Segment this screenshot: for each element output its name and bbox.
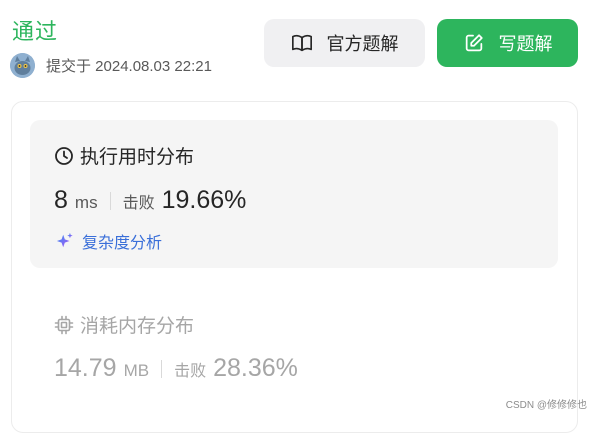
divider [161, 359, 163, 378]
edit-icon [463, 32, 485, 54]
submit-time: 提交于 2024.08.03 22:21 [46, 57, 212, 75]
official-solution-label: 官方题解 [326, 34, 399, 54]
watermark: CSDN @修修修也 [505, 400, 587, 411]
memory-beat-percent: 28.36% [213, 354, 298, 382]
complexity-analysis-link[interactable]: 复杂度分析 [56, 229, 162, 253]
chip-icon [54, 315, 74, 335]
complexity-label: 复杂度分析 [82, 235, 163, 252]
memory-metric: 14.79 MB 击败 28.36% [54, 354, 298, 383]
runtime-beat-percent: 19.66% [161, 186, 247, 214]
memory-value: 14.79 [54, 354, 117, 382]
memory-beat-label: 击败 [174, 363, 207, 380]
avatar[interactable] [10, 52, 35, 78]
runtime-title[interactable]: 执行用时分布 [54, 142, 194, 169]
divider [109, 191, 111, 210]
write-solution-button[interactable]: 写题解 [437, 19, 578, 67]
clock-icon [54, 146, 74, 166]
sparkle-icon [56, 232, 74, 250]
runtime-beat-label: 击败 [122, 195, 155, 212]
submission-status: 通过 [12, 19, 59, 44]
write-solution-label: 写题解 [498, 34, 553, 54]
memory-title-label: 消耗内存分布 [80, 316, 195, 337]
runtime-value: 8 [54, 186, 68, 214]
memory-unit: MB [123, 361, 150, 380]
runtime-unit: ms [74, 193, 98, 212]
book-icon [291, 32, 313, 54]
memory-title[interactable]: 消耗内存分布 [54, 311, 194, 338]
official-solution-button[interactable]: 官方题解 [264, 19, 425, 67]
runtime-title-label: 执行用时分布 [80, 147, 195, 168]
runtime-metric: 8 ms 击败 19.66% [54, 186, 246, 215]
submission-info: 提交于 2024.08.03 22:21 [10, 52, 212, 78]
